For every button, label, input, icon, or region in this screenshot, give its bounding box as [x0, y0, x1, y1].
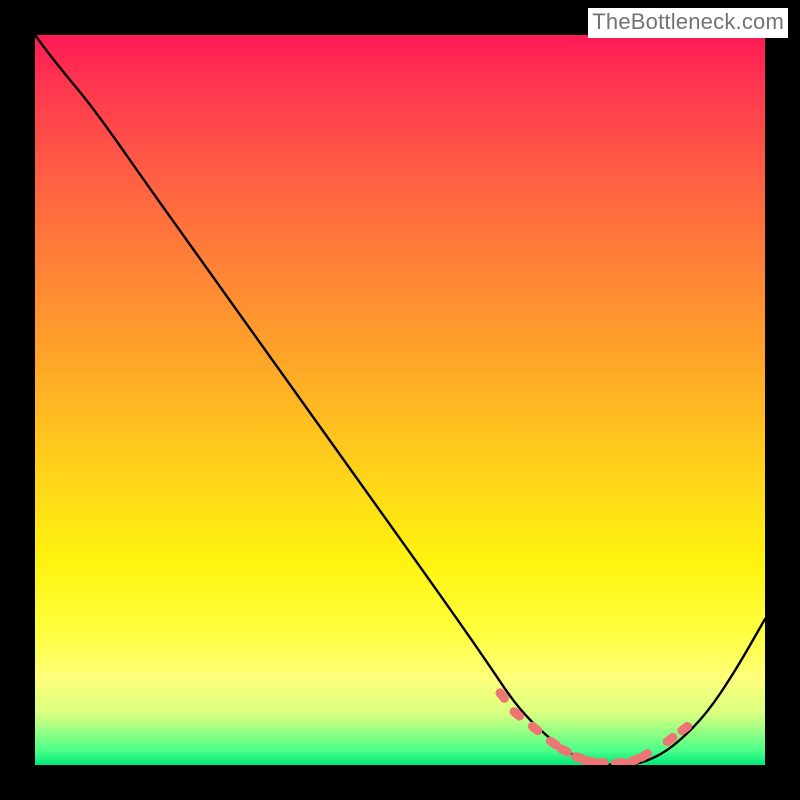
- highlight-dot: [593, 758, 609, 765]
- curve-layer: [35, 35, 765, 765]
- plot-area: [35, 35, 765, 765]
- highlight-dot: [610, 757, 627, 765]
- chart-container: { "watermark": "TheBottleneck.com", "cha…: [0, 0, 800, 800]
- watermark-text: TheBottleneck.com: [588, 8, 788, 38]
- highlight-dot: [661, 731, 679, 748]
- highlight-dot: [508, 705, 526, 722]
- highlight-dot: [494, 687, 511, 705]
- highlight-dot: [526, 720, 544, 737]
- main-curve: [35, 35, 765, 765]
